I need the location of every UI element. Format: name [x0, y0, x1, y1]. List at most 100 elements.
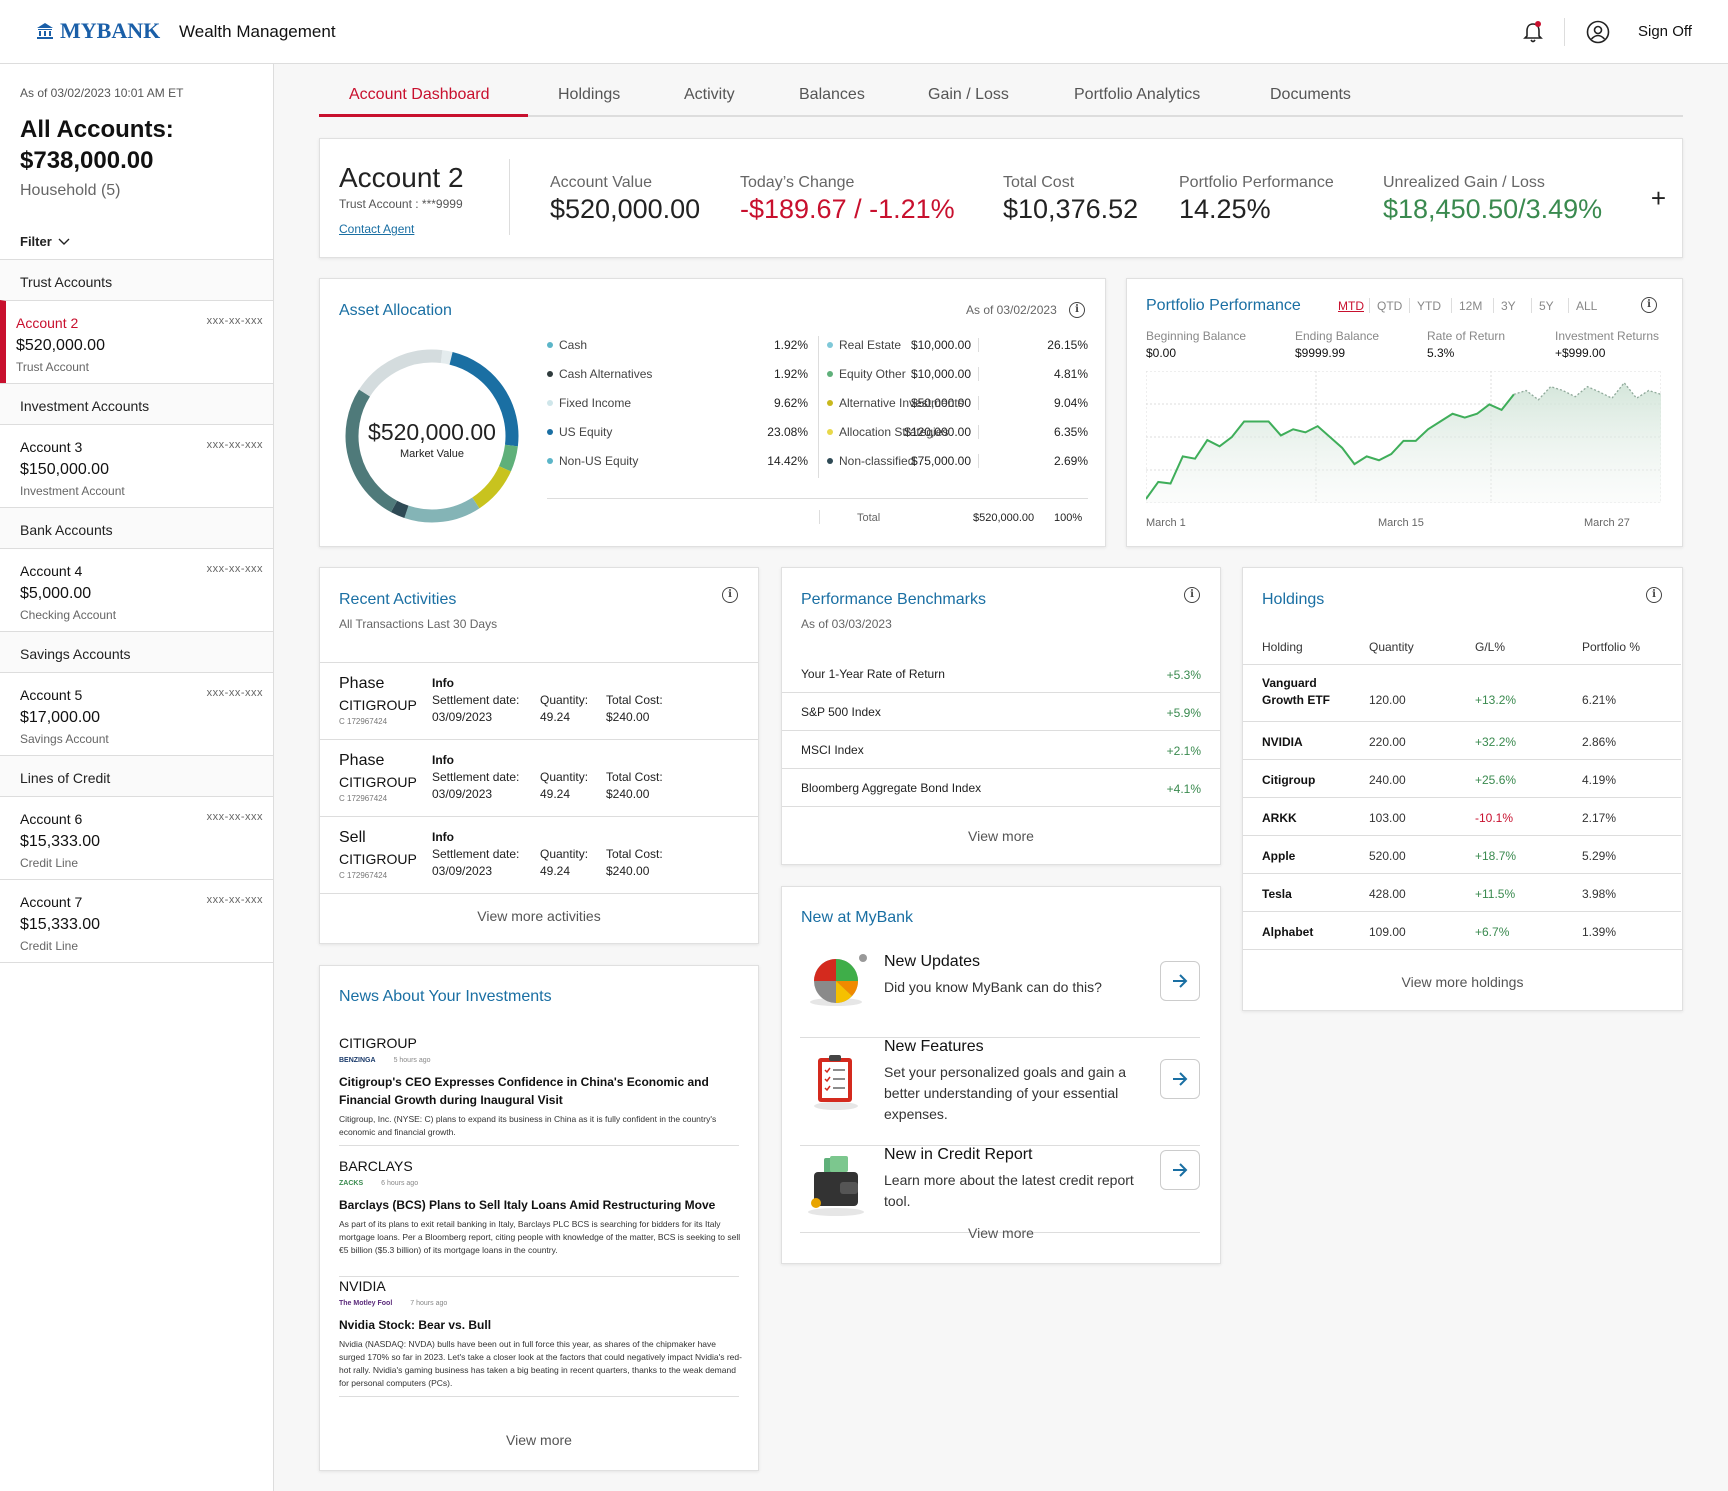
view-more-benchmarks-link[interactable]: View more [782, 828, 1220, 844]
view-more-news-link[interactable]: View more [320, 1432, 758, 1448]
allocation-name: Allocation Strategies [839, 425, 949, 439]
metric-todays-change: Today’s Change -$189.67 / -1.21% [740, 174, 955, 225]
view-more-activities-link[interactable]: View more activities [320, 908, 758, 924]
new-item-credit-report: New in Credit Report Learn more about th… [800, 1146, 1200, 1233]
allocation-name: Equity Other [839, 367, 906, 381]
news-headline[interactable]: Barclays (BCS) Plans to Sell Italy Loans… [339, 1196, 739, 1214]
info-icon[interactable]: i [1646, 587, 1662, 603]
news-headline[interactable]: Citigroup's CEO Expresses Confidence in … [339, 1073, 739, 1109]
tab-activity[interactable]: Activity [684, 86, 735, 104]
range-all[interactable]: ALL [1576, 299, 1597, 313]
news-time: 5 hours ago [393, 1057, 431, 1064]
info-icon[interactable]: i [1641, 297, 1657, 313]
sidebar-account-account-3[interactable]: Account 3 xxx-xx-xxx $150,000.00 Investment… [0, 424, 273, 507]
tab-holdings[interactable]: Holdings [558, 86, 620, 104]
holding-name: Vanguard Growth ETF [1262, 676, 1330, 707]
sidebar-account-account-2[interactable]: Account 2 xxx-xx-xxx $520,000.00 Trust Acco… [0, 300, 273, 383]
sign-off-link[interactable]: Sign Off [1638, 23, 1692, 40]
sidebar-account-account-4[interactable]: Account 4 xxx-xx-xxx $5,000.00 Checking Acc… [0, 548, 273, 631]
view-more-new-link[interactable]: View more [782, 1225, 1220, 1241]
range-ytd[interactable]: YTD [1417, 299, 1441, 313]
metric-value: $520,000.00 [550, 194, 701, 224]
info-icon[interactable]: i [1069, 302, 1085, 318]
allocation-pct: 23.08% [767, 425, 808, 439]
sidebar-account-account-6[interactable]: Account 6 xxx-xx-xxx $15,333.00 Credit Line [0, 796, 273, 879]
news-body: As part of its plans to exit retail bank… [339, 1219, 741, 1255]
arrow-button[interactable] [1160, 1150, 1200, 1190]
x-axis-label: March 15 [1378, 517, 1424, 529]
range-5y[interactable]: 5Y [1539, 299, 1554, 313]
tab-portfolio-analytics[interactable]: Portfolio Analytics [1074, 86, 1200, 104]
tab-account-dashboard[interactable]: Account Dashboard [349, 86, 490, 104]
holding-row[interactable]: Citigroup 240.00 +25.6% 4.19% [1243, 759, 1681, 797]
account-number: xxx-xx-xxx [206, 439, 263, 451]
recent-activities-card: Recent Activities i All Transactions Las… [319, 567, 759, 944]
holding-row[interactable]: Alphabet 109.00 +6.7% 1.39% [1243, 911, 1681, 949]
sidebar-account-account-5[interactable]: Account 5 xxx-xx-xxx $17,000.00 Savings Acc… [0, 672, 273, 755]
legend-dot-icon [547, 371, 553, 377]
range-qtd[interactable]: QTD [1377, 299, 1402, 313]
new-item-title: New Features [884, 1038, 984, 1055]
activity-row[interactable]: Phase CITIGROUP C 172967424 Info Settlement … [320, 662, 758, 739]
sidebar-account-account-7[interactable]: Account 7 xxx-xx-xxx $15,333.00 Credit Line [0, 879, 273, 962]
metric-account-value: Account Value $520,000.00 [550, 174, 700, 225]
holding-portfolio-pct: 4.19% [1582, 773, 1617, 787]
range-3y[interactable]: 3Y [1501, 299, 1516, 313]
mybank-logo[interactable]: MYBANK [36, 18, 160, 44]
stat-label: Ending Balance [1295, 329, 1380, 343]
sidebar-group-bank-accounts: Bank Accounts [0, 507, 273, 548]
arrow-button[interactable] [1160, 1059, 1200, 1099]
benchmark-name: Your 1-Year Rate of Return [801, 667, 945, 681]
news-card: News About Your Investments View more CI… [319, 965, 759, 1471]
holdings-col-holding: Holding [1262, 640, 1303, 654]
notification-bell-icon[interactable] [1522, 20, 1544, 44]
allocation-pct: 26.15% [1047, 338, 1088, 352]
holding-quantity: 109.00 [1369, 925, 1406, 939]
benchmark-value: +4.1% [1166, 782, 1201, 796]
metric-unrealized-gain-loss: Unrealized Gain / Loss $18,450.50/3.49% [1383, 174, 1602, 225]
holding-gl: +25.6% [1475, 773, 1517, 787]
info-icon[interactable]: i [722, 587, 738, 603]
holding-row[interactable]: Tesla 428.00 +11.5% 3.98% [1243, 873, 1681, 911]
legend-dot-icon [827, 371, 833, 377]
account-amount: $520,000.00 [16, 337, 105, 354]
holding-name: NVIDIA [1262, 735, 1303, 749]
news-divider [339, 1145, 739, 1146]
x-axis-label: March 1 [1146, 517, 1186, 529]
legend-dot-icon [827, 342, 833, 348]
legend-dot-icon [547, 342, 553, 348]
performance-line-chart [1146, 371, 1661, 503]
allocation-name: Alternative Investments [839, 396, 964, 410]
holding-row[interactable]: NVIDIA 220.00 +32.2% 2.86% [1243, 721, 1681, 759]
metric-value: $18,450.50/3.49% [1383, 194, 1603, 224]
add-metric-button[interactable]: + [1651, 183, 1666, 214]
legend-dot-icon [547, 400, 553, 406]
holding-row[interactable]: Apple 520.00 +18.7% 5.29% [1243, 835, 1681, 873]
activity-row[interactable]: Phase CITIGROUP C 172967424 Info Settlement … [320, 739, 758, 816]
activity-row[interactable]: Sell CITIGROUP C 172967424 Info Settlement d… [320, 816, 758, 893]
tab-documents[interactable]: Documents [1270, 86, 1351, 104]
holding-row[interactable]: Vanguard Growth ETF 120.00 +13.2% 6.21% [1243, 664, 1681, 721]
contact-agent-link[interactable]: Contact Agent [339, 222, 414, 236]
arrow-button[interactable] [1160, 961, 1200, 1001]
legend-dot-icon [827, 429, 833, 435]
range-12m[interactable]: 12M [1459, 299, 1482, 313]
info-icon[interactable]: i [1184, 587, 1200, 603]
asset-allocation-card: Asset Allocation As of 03/02/2023 i $520… [319, 278, 1548, 547]
user-profile-icon[interactable] [1586, 20, 1610, 44]
sidebar-group-lines-of-credit: Lines of Credit [0, 755, 273, 796]
as-of-timestamp: As of 03/02/2023 10:01 AM ET [20, 86, 184, 100]
view-more-holdings-link[interactable]: View more holdings [1243, 974, 1682, 990]
tab-balances[interactable]: Balances [799, 86, 865, 104]
news-headline[interactable]: Nvidia Stock: Bear vs. Bull [339, 1316, 739, 1334]
filter-dropdown[interactable]: Filter [20, 234, 70, 249]
range-divider [1493, 298, 1494, 313]
settlement-label: Settlement date: [432, 847, 520, 861]
range-divider [1531, 298, 1532, 313]
tab-gain-loss[interactable]: Gain / Loss [928, 86, 1009, 104]
account-type: Credit Line [20, 939, 79, 953]
range-mtd[interactable]: MTD [1338, 299, 1364, 313]
holding-row[interactable]: ARKK 103.00 -10.1% 2.17% [1243, 797, 1681, 835]
holding-gl: +11.5% [1475, 887, 1516, 901]
holding-name: ARKK [1262, 811, 1297, 825]
